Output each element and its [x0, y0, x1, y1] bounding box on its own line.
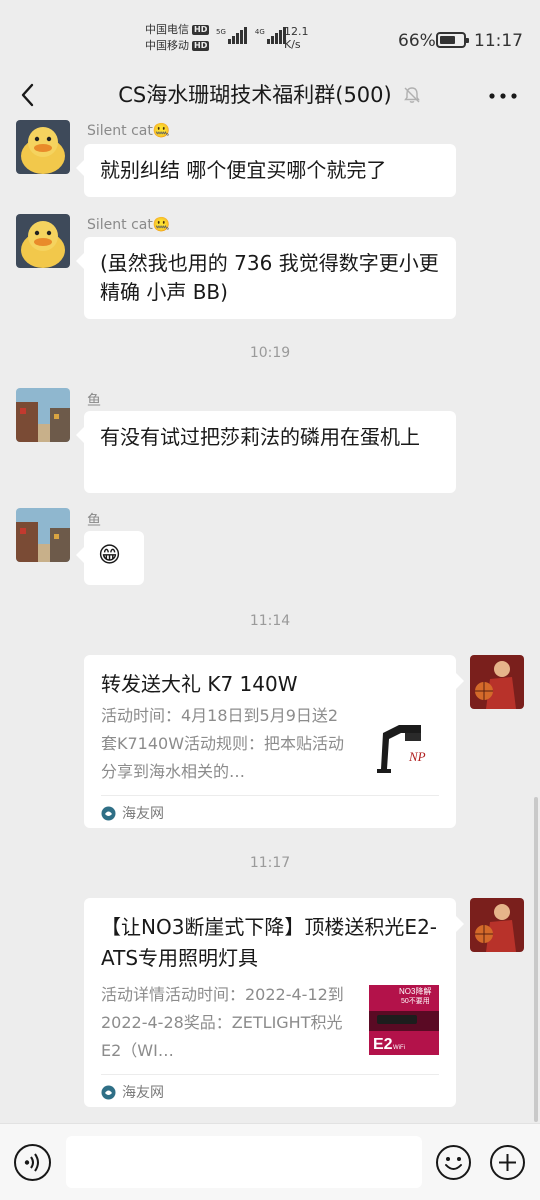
card-source: 海友网	[101, 803, 164, 823]
input-bar	[0, 1123, 540, 1200]
message-input[interactable]	[66, 1136, 422, 1188]
sender-name: Silent cat🤐	[87, 123, 171, 139]
message-list[interactable]: Silent cat🤐 就别纠结 哪个便宜买哪个就完了 Silent cat🤐 …	[0, 118, 540, 1123]
street-photo-avatar-icon	[16, 388, 70, 442]
thumb-line-2: 50不要用	[401, 997, 430, 1005]
carrier-info: 中国电信 HD 中国移动 HD	[145, 22, 210, 54]
voice-wave-icon	[24, 1153, 39, 1172]
timestamp: 11:14	[249, 613, 291, 629]
battery-percent: 66%	[398, 31, 436, 51]
card-description: 活动时间：4月18日到5月9日送2套K7140W活动规则：把本贴活动分享到海水相…	[101, 706, 345, 781]
timestamp: 11:17	[249, 855, 291, 871]
voice-input-button[interactable]	[14, 1144, 51, 1181]
source-app-icon	[101, 1085, 116, 1099]
card-description: 活动详情活动时间：2022-4-12到2022-4-28奖品：ZETLIGHT积…	[101, 985, 344, 1060]
sender-avatar[interactable]	[16, 388, 70, 442]
sender-avatar[interactable]	[16, 120, 70, 174]
card-thumbnail: NO3降解 50不要用 E2 WiFi	[369, 985, 439, 1055]
thumb-wifi: WiFi	[393, 1045, 405, 1051]
card-divider	[101, 795, 439, 796]
basketball-player-avatar-icon	[470, 655, 524, 709]
more-options-icon[interactable]	[488, 92, 518, 100]
street-photo-avatar-icon	[16, 508, 70, 562]
my-avatar[interactable]	[470, 655, 524, 709]
emoji-message: 😁	[98, 543, 121, 568]
message-bubble[interactable]: 有没有试过把莎莉法的磷用在蛋机上	[76, 411, 456, 493]
card-divider	[101, 1074, 439, 1075]
card-thumbnail: NP	[369, 711, 439, 781]
timestamp: 10:19	[249, 345, 291, 361]
source-app-icon	[101, 806, 116, 820]
card-title: 【让NO3断崖式下降】顶楼送积光E2-ATS专用照明灯具	[101, 915, 438, 970]
carrier-2: 中国移动	[145, 39, 189, 52]
emoji-button-icon[interactable]	[435, 1144, 472, 1181]
message-bubble[interactable]: 😁	[76, 531, 144, 585]
speed-unit: K/s	[284, 38, 301, 51]
plus-button-icon[interactable]	[489, 1144, 526, 1181]
sender-name: 鱼	[87, 513, 101, 529]
sender-name: 鱼	[87, 393, 101, 409]
hd-badge: HD	[192, 41, 210, 51]
network-speed: 12.1 K/s	[284, 25, 309, 51]
carrier-1: 中国电信	[145, 23, 189, 36]
card-source: 海友网	[101, 1082, 164, 1102]
lamp-product-icon: NP	[369, 711, 439, 781]
hd-badge: HD	[192, 25, 210, 35]
my-avatar[interactable]	[470, 898, 524, 952]
card-source-name: 海友网	[122, 806, 164, 822]
message-bubble[interactable]: 就别纠结 哪个便宜买哪个就完了	[76, 144, 456, 197]
thumb-brand-text: NP	[408, 749, 426, 764]
duck-avatar-icon	[16, 120, 70, 174]
link-card[interactable]: 【让NO3断崖式下降】顶楼送积光E2-ATS专用照明灯具 活动详情活动时间：20…	[84, 898, 464, 1107]
chat-title: CS海水珊瑚技术福利群(500)	[0, 80, 540, 110]
e2-lamp-product-icon: NO3降解 50不要用 E2 WiFi	[369, 985, 439, 1055]
clock: 11:17	[474, 31, 523, 51]
status-bar: 中国电信 HD 中国移动 HD 5G 4G 12.1 K/s 66% 11:17	[0, 0, 540, 72]
battery-fill	[440, 36, 455, 44]
link-card[interactable]: 转发送大礼 K7 140W 活动时间：4月18日到5月9日送2套K7140W活动…	[84, 655, 464, 828]
signal-indicators: 5G 4G	[216, 26, 286, 44]
chat-header: CS海水珊瑚技术福利群(500)	[0, 72, 540, 118]
thumb-line-1: NO3降解	[399, 986, 431, 996]
speed-value: 12.1	[284, 25, 309, 38]
card-title: 转发送大礼 K7 140W	[101, 672, 298, 696]
card-source-name: 海友网	[122, 1085, 164, 1101]
group-name: CS海水珊瑚技术福利群(500)	[118, 83, 392, 107]
signal-bars-icon	[227, 26, 247, 44]
battery-icon	[436, 32, 469, 48]
message-text: (虽然我也用的 736 我觉得数字更小更精确 小声 BB)	[100, 251, 439, 304]
network-type-2: 4G	[254, 28, 265, 36]
message-text: 有没有试过把莎莉法的磷用在蛋机上	[100, 425, 420, 449]
message-bubble[interactable]: (虽然我也用的 736 我觉得数字更小更精确 小声 BB)	[76, 237, 456, 319]
sender-name: Silent cat🤐	[87, 217, 171, 233]
signal-bars-icon	[266, 26, 286, 44]
basketball-player-avatar-icon	[470, 898, 524, 952]
network-type-1: 5G	[216, 28, 226, 36]
message-text: 就别纠结 哪个便宜买哪个就完了	[100, 158, 387, 182]
thumb-model: E2	[373, 1036, 393, 1053]
sender-avatar[interactable]	[16, 214, 70, 268]
sender-avatar[interactable]	[16, 508, 70, 562]
mute-bell-icon	[403, 87, 420, 103]
scrollbar[interactable]	[534, 797, 538, 1122]
duck-avatar-icon	[16, 214, 70, 268]
